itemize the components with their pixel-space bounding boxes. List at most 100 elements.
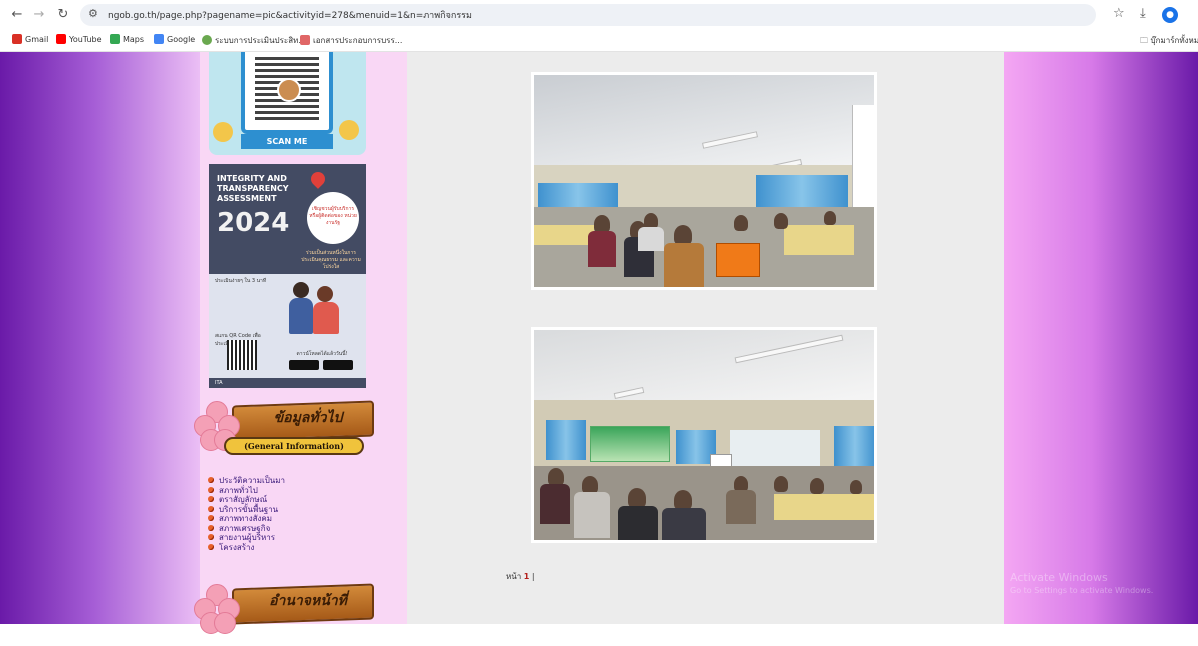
qr-frame — [241, 52, 333, 134]
bullet-icon — [208, 505, 214, 512]
banner-poster — [590, 426, 670, 462]
right-gradient-background — [1004, 52, 1198, 624]
person-head — [293, 282, 309, 298]
windows-activation-hint: Go to Settings to activate Windows. — [1010, 586, 1154, 595]
bookmark-google[interactable]: Google — [154, 34, 195, 44]
window — [546, 420, 586, 460]
address-bar[interactable]: ⚙ ngob.go.th/page.php?pagename=pic&activ… — [80, 4, 1096, 26]
person — [664, 243, 704, 287]
folder-icon: 🗀 — [1140, 36, 1151, 45]
bullet-icon — [208, 534, 214, 540]
ita-title: INTEGRITY AND TRANSPARENCY ASSESSMENT — [217, 174, 289, 203]
person — [674, 490, 692, 510]
menu-item-social[interactable]: สภาพทางสังคม — [208, 514, 398, 524]
menu-item-structure[interactable]: โครงสร้าง — [208, 543, 398, 553]
reload-icon[interactable]: ↻ — [54, 6, 72, 24]
bullet-icon — [208, 486, 214, 493]
authority-banner: อำนาจหน้าที่ — [194, 580, 384, 646]
person — [726, 490, 756, 524]
person — [734, 215, 748, 231]
ita-year: 2024 — [217, 208, 290, 238]
person-body — [289, 298, 313, 334]
bookmark-evaluation[interactable]: ระบบการประเมินประสิท... — [202, 34, 306, 47]
person — [574, 492, 610, 538]
browser-chrome: ← → ↻ ⚙ ngob.go.th/page.php?pagename=pic… — [0, 0, 1198, 52]
window — [730, 430, 820, 466]
youtube-icon — [56, 34, 66, 44]
menu-item-history[interactable]: ประวัติความเป็นมา — [208, 476, 398, 486]
google-icon — [154, 34, 164, 44]
bullet-icon — [208, 524, 214, 531]
site-info-icon[interactable]: ⚙ — [88, 7, 98, 20]
bookmark-youtube[interactable]: YouTube — [56, 34, 102, 44]
menu-item-general[interactable]: สภาพทั่วไป — [208, 486, 398, 496]
left-gradient-background — [0, 52, 210, 624]
windows-activation-watermark: Activate Windows — [1010, 571, 1108, 584]
table-cloth — [534, 225, 594, 245]
general-info-subtitle: (General Information) — [224, 437, 364, 455]
scan-me-label: SCAN ME — [241, 134, 333, 149]
person — [774, 476, 788, 492]
url-text[interactable]: ngob.go.th/page.php?pagename=pic&activit… — [108, 8, 472, 22]
bullet-icon — [208, 477, 214, 483]
page-label: หน้า — [506, 572, 522, 581]
ita-panel: ประเมินง่ายๆ ใน 3 นาที สแกน QR Code เพื่… — [209, 274, 366, 388]
profile-avatar[interactable]: ● — [1162, 7, 1178, 23]
ita-bubble: เชิญชวนผู้รับบริการ หรือผู้ติดต่อของ หน่… — [307, 192, 359, 244]
address-row: ← → ↻ ⚙ ngob.go.th/page.php?pagename=pic… — [0, 0, 1198, 30]
flower-icon — [194, 584, 244, 634]
bullet-icon — [208, 515, 214, 521]
person — [674, 225, 692, 245]
page-current-link[interactable]: 1 — [524, 572, 530, 581]
orange-basket — [716, 243, 760, 277]
people-illustration — [287, 280, 357, 340]
gmail-icon — [12, 34, 22, 44]
person — [824, 211, 836, 225]
website: SCAN ME INTEGRITY AND TRANSPARENCY ASSES… — [0, 52, 1198, 634]
documents-icon — [300, 35, 310, 45]
person — [588, 231, 616, 267]
person — [628, 488, 646, 508]
person — [540, 484, 570, 524]
flower-decoration — [213, 122, 233, 142]
bullet-icon — [208, 496, 214, 502]
activity-photo-1[interactable] — [531, 72, 877, 290]
all-bookmarks[interactable]: 🗀 บุ๊กมาร์กทั้งหมด — [1140, 34, 1198, 49]
person — [662, 508, 706, 540]
download-icon[interactable]: ⤓ — [1140, 6, 1146, 21]
general-info-menu: ประวัติความเป็นมา สภาพทั่วไป ตราสัญลักษณ… — [208, 476, 398, 552]
bullet-icon — [208, 543, 214, 550]
qr-code-icon — [227, 340, 257, 370]
bookmark-maps[interactable]: Maps — [110, 34, 144, 44]
maps-icon — [110, 34, 120, 44]
flower-decoration — [339, 120, 359, 140]
menu-item-emblem[interactable]: ตราสัญลักษณ์ — [208, 495, 398, 505]
evaluation-icon — [202, 35, 212, 45]
person — [810, 478, 824, 494]
table-cloth — [774, 494, 874, 520]
back-icon[interactable]: ← — [8, 6, 26, 24]
bookmark-gmail[interactable]: Gmail — [12, 34, 48, 44]
menu-item-economy[interactable]: สภาพเศรษฐกิจ — [208, 524, 398, 534]
ita-poster[interactable]: INTEGRITY AND TRANSPARENCY ASSESSMENT 20… — [209, 164, 366, 388]
authority-title: อำนาจหน้าที่ — [269, 593, 347, 609]
menu-item-executives[interactable]: สายงานผู้บริหาร — [208, 533, 398, 543]
window — [538, 183, 618, 209]
ita-download-text: ดาวน์โหลดได้แล้ววันนี้! — [296, 351, 348, 357]
ita-subtitle: ร่วมเป็นส่วนหนึ่งในการ ประเมินคุณธรรม แล… — [301, 250, 361, 270]
qr-card[interactable]: SCAN ME — [209, 52, 366, 155]
menu-item-services[interactable]: บริการขั้นพื้นฐาน — [208, 505, 398, 515]
bookmarks-bar: Gmail YouTube Maps Google ระบบการประเมิน… — [0, 31, 1198, 51]
person-head — [317, 286, 333, 302]
star-icon[interactable]: ☆ — [1113, 6, 1125, 21]
bookmark-documents[interactable]: เอกสารประกอบการบรร... — [300, 34, 402, 47]
person — [618, 506, 658, 540]
location-pin-icon — [308, 169, 328, 189]
activity-photo-2[interactable] — [531, 327, 877, 543]
app-store-icon — [289, 360, 319, 370]
qr-code-icon — [255, 56, 319, 120]
forward-icon[interactable]: → — [30, 6, 48, 24]
ita-steps: ประเมินง่ายๆ ใน 3 นาที — [215, 278, 267, 284]
ita-footer: ITA — [209, 378, 366, 388]
sidebar: SCAN ME INTEGRITY AND TRANSPARENCY ASSES… — [194, 52, 407, 634]
